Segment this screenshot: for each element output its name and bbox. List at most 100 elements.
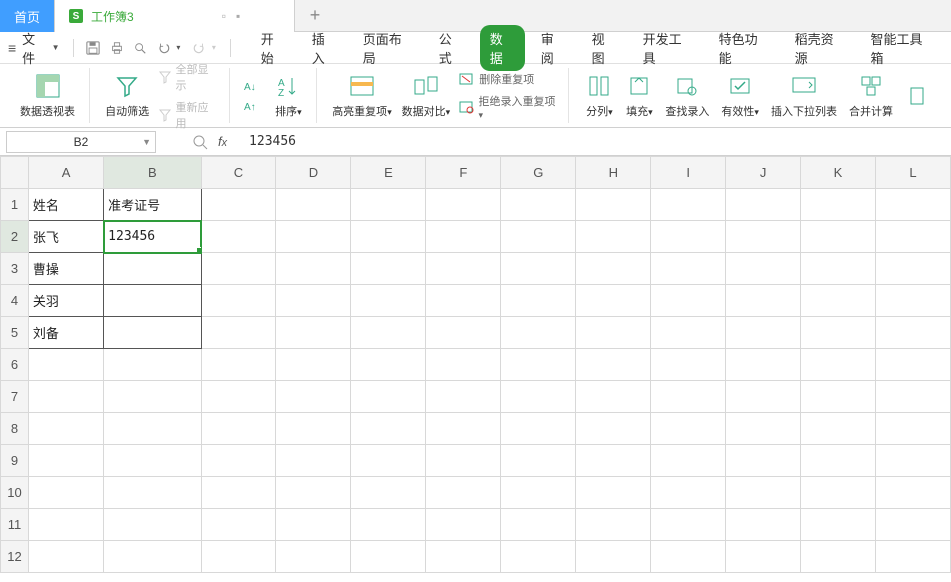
- ribbon-tab-devtools[interactable]: 开发工具: [633, 25, 703, 71]
- cell-A10[interactable]: [28, 477, 103, 509]
- cell-E2[interactable]: [351, 221, 426, 253]
- cell-E7[interactable]: [351, 381, 426, 413]
- show-all-button[interactable]: 全部显示: [154, 59, 221, 95]
- cell-H7[interactable]: [576, 381, 651, 413]
- cell-H9[interactable]: [576, 445, 651, 477]
- ribbon-tab-data[interactable]: 数据: [480, 25, 525, 71]
- print-icon[interactable]: [106, 37, 127, 59]
- cell-L11[interactable]: [875, 509, 950, 541]
- text-to-columns-button[interactable]: 分列▾: [579, 71, 619, 121]
- cell-C8[interactable]: [201, 413, 276, 445]
- cancel-icon[interactable]: [192, 134, 208, 150]
- formula-input[interactable]: [237, 134, 837, 149]
- cell-J3[interactable]: [726, 253, 801, 285]
- cell-L3[interactable]: [875, 253, 950, 285]
- cell-F1[interactable]: [426, 189, 501, 221]
- column-header-F[interactable]: F: [426, 157, 501, 189]
- cell-A2[interactable]: 张飞: [28, 221, 103, 253]
- cell-B10[interactable]: [104, 477, 201, 509]
- cell-C3[interactable]: [201, 253, 276, 285]
- cell-B12[interactable]: [104, 541, 201, 573]
- cell-D6[interactable]: [276, 349, 351, 381]
- cell-B1[interactable]: 准考证号: [104, 189, 201, 221]
- ribbon-tab-features[interactable]: 特色功能: [709, 25, 779, 71]
- select-all-corner[interactable]: [1, 157, 29, 189]
- highlight-dup-button[interactable]: 高亮重复项▾: [327, 71, 396, 121]
- row-header-1[interactable]: 1: [1, 189, 29, 221]
- cell-K6[interactable]: [801, 349, 876, 381]
- cell-E4[interactable]: [351, 285, 426, 317]
- cell-C4[interactable]: [201, 285, 276, 317]
- cell-L8[interactable]: [875, 413, 950, 445]
- cell-B5[interactable]: [104, 317, 201, 349]
- column-header-J[interactable]: J: [726, 157, 801, 189]
- cell-L5[interactable]: [875, 317, 950, 349]
- cell-K11[interactable]: [801, 509, 876, 541]
- cell-C5[interactable]: [201, 317, 276, 349]
- cell-E3[interactable]: [351, 253, 426, 285]
- cell-B3[interactable]: [104, 253, 201, 285]
- row-header-10[interactable]: 10: [1, 477, 29, 509]
- cell-J10[interactable]: [726, 477, 801, 509]
- cell-F6[interactable]: [426, 349, 501, 381]
- cell-F10[interactable]: [426, 477, 501, 509]
- cell-F12[interactable]: [426, 541, 501, 573]
- cell-A3[interactable]: 曹操: [28, 253, 103, 285]
- cell-K7[interactable]: [801, 381, 876, 413]
- cell-J1[interactable]: [726, 189, 801, 221]
- cell-L12[interactable]: [875, 541, 950, 573]
- hamburger-icon[interactable]: ≡: [8, 40, 16, 56]
- column-header-K[interactable]: K: [801, 157, 876, 189]
- cell-G11[interactable]: [501, 509, 576, 541]
- cell-J11[interactable]: [726, 509, 801, 541]
- cell-L2[interactable]: [875, 221, 950, 253]
- cell-D2[interactable]: [276, 221, 351, 253]
- cell-H6[interactable]: [576, 349, 651, 381]
- cell-L6[interactable]: [875, 349, 950, 381]
- cell-B2[interactable]: 123456: [104, 221, 201, 253]
- name-box-dropdown-icon[interactable]: ▼: [142, 137, 151, 147]
- tab-menu-icon[interactable]: ▪: [236, 9, 240, 23]
- cell-B6[interactable]: [104, 349, 201, 381]
- cell-H12[interactable]: [576, 541, 651, 573]
- cell-G4[interactable]: [501, 285, 576, 317]
- more-button[interactable]: [899, 81, 937, 111]
- cell-E11[interactable]: [351, 509, 426, 541]
- cell-H1[interactable]: [576, 189, 651, 221]
- cell-F4[interactable]: [426, 285, 501, 317]
- cell-G1[interactable]: [501, 189, 576, 221]
- print-preview-icon[interactable]: [129, 37, 150, 59]
- cell-B8[interactable]: [104, 413, 201, 445]
- cell-H2[interactable]: [576, 221, 651, 253]
- cell-D8[interactable]: [276, 413, 351, 445]
- cell-A9[interactable]: [28, 445, 103, 477]
- sort-asc-button[interactable]: A↓: [240, 77, 264, 95]
- cell-G3[interactable]: [501, 253, 576, 285]
- row-header-3[interactable]: 3: [1, 253, 29, 285]
- cell-E10[interactable]: [351, 477, 426, 509]
- cell-E1[interactable]: [351, 189, 426, 221]
- autofilter-button[interactable]: 自动筛选: [100, 71, 154, 121]
- cell-D4[interactable]: [276, 285, 351, 317]
- cell-J6[interactable]: [726, 349, 801, 381]
- cell-I7[interactable]: [651, 381, 726, 413]
- spreadsheet-grid[interactable]: ABCDEFGHIJKL1姓名准考证号2张飞1234563曹操4关羽5刘备678…: [0, 156, 951, 582]
- cell-A1[interactable]: 姓名: [28, 189, 103, 221]
- sort-desc-button[interactable]: A↑: [240, 97, 264, 115]
- row-header-12[interactable]: 12: [1, 541, 29, 573]
- cell-A12[interactable]: [28, 541, 103, 573]
- cell-J12[interactable]: [726, 541, 801, 573]
- row-header-9[interactable]: 9: [1, 445, 29, 477]
- cell-E5[interactable]: [351, 317, 426, 349]
- cell-F5[interactable]: [426, 317, 501, 349]
- pivot-table-button[interactable]: 数据透视表: [14, 71, 81, 121]
- cell-A6[interactable]: [28, 349, 103, 381]
- ribbon-tab-docer[interactable]: 稻壳资源: [785, 25, 855, 71]
- lookup-entry-button[interactable]: 查找录入: [659, 71, 715, 121]
- cell-K10[interactable]: [801, 477, 876, 509]
- cell-I2[interactable]: [651, 221, 726, 253]
- cell-J9[interactable]: [726, 445, 801, 477]
- cell-I3[interactable]: [651, 253, 726, 285]
- cell-G2[interactable]: [501, 221, 576, 253]
- cell-C10[interactable]: [201, 477, 276, 509]
